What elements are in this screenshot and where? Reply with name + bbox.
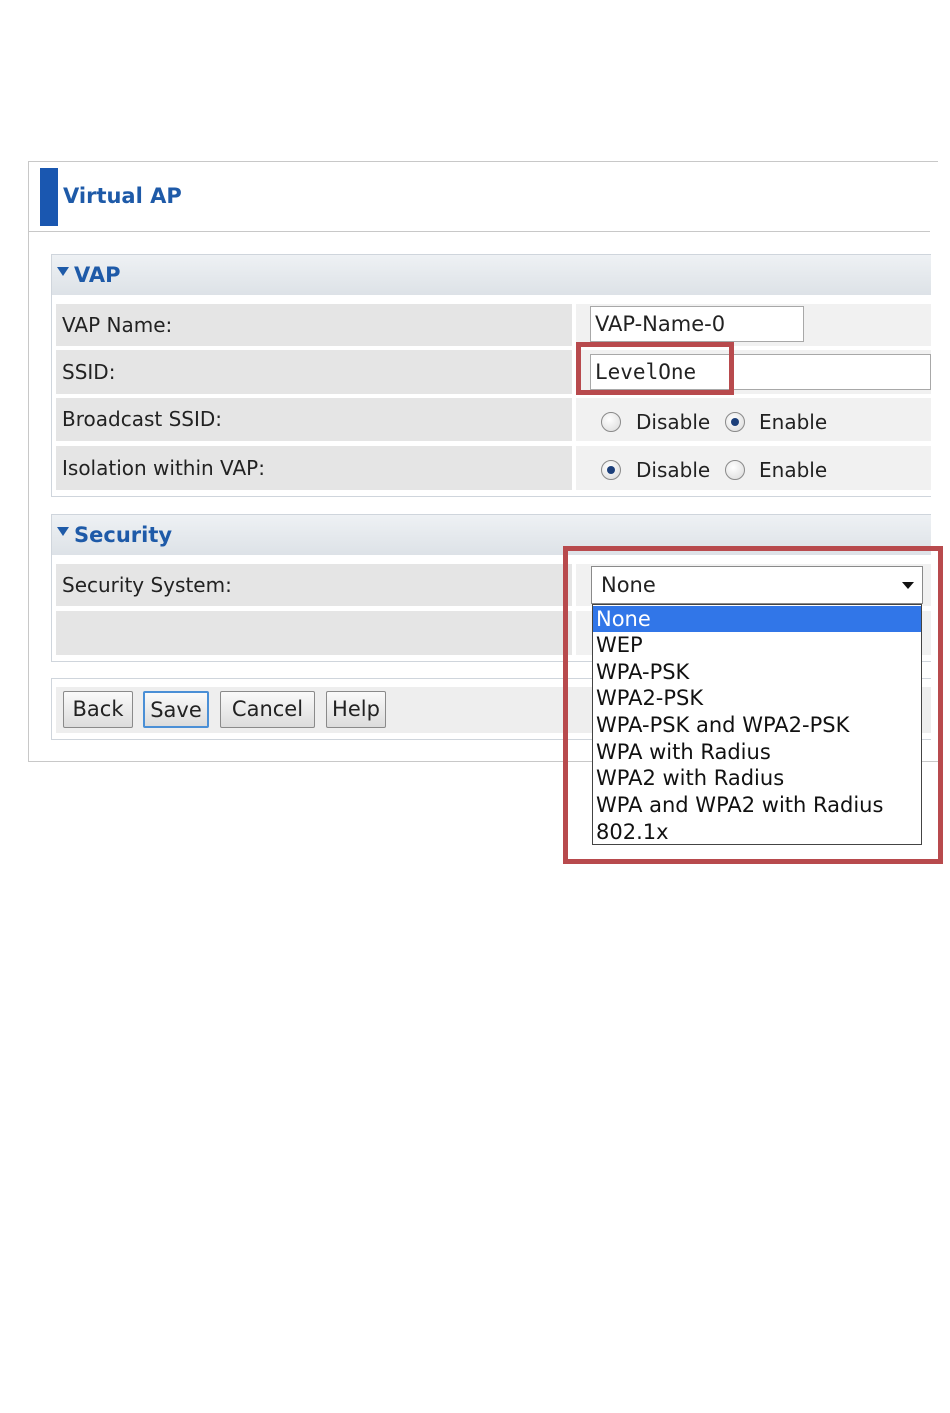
ssid-highlight-box: [576, 342, 734, 395]
isolation-label: Isolation within VAP:: [56, 446, 572, 490]
security-system-label: Security System:: [56, 564, 572, 606]
isolation-cell: [576, 446, 931, 490]
security-empty-row: [56, 611, 572, 655]
isolation-disable-radio[interactable]: [601, 460, 621, 480]
broadcast-enable-label: Enable: [759, 410, 828, 434]
broadcast-disable-label: Disable: [636, 410, 711, 434]
broadcast-enable-radio[interactable]: [725, 412, 745, 432]
isolation-enable-label: Enable: [759, 458, 828, 482]
isolation-disable-label: Disable: [636, 458, 711, 482]
collapse-triangle-icon: [57, 267, 69, 276]
broadcast-ssid-label: Broadcast SSID:: [56, 398, 572, 441]
ssid-label: SSID:: [56, 350, 572, 394]
title-divider: [28, 231, 930, 232]
collapse-triangle-icon: [57, 527, 69, 536]
security-section-title: Security: [74, 523, 173, 547]
broadcast-ssid-cell: [576, 398, 931, 441]
isolation-enable-radio[interactable]: [725, 460, 745, 480]
cancel-button[interactable]: Cancel: [220, 691, 315, 728]
vap-section-header[interactable]: VAP: [52, 255, 931, 295]
back-button[interactable]: Back: [63, 691, 133, 728]
help-button[interactable]: Help: [326, 691, 386, 728]
title-accent-bar: [40, 168, 58, 226]
save-button[interactable]: Save: [143, 691, 209, 728]
security-highlight-box: [563, 546, 943, 864]
vap-name-input[interactable]: VAP-Name-0: [590, 306, 804, 342]
vap-section-title: VAP: [74, 263, 121, 287]
vap-name-label: VAP Name:: [56, 304, 572, 346]
broadcast-disable-radio[interactable]: [601, 412, 621, 432]
page-title: Virtual AP: [63, 184, 182, 208]
